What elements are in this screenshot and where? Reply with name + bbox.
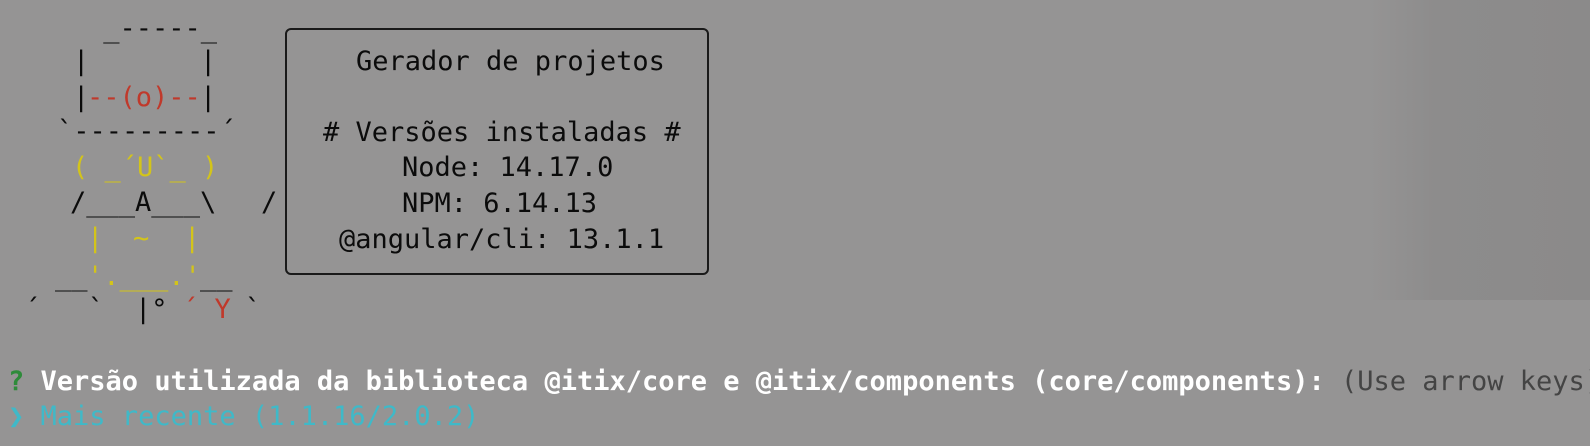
logo-legs: '.___.'	[87, 261, 201, 292]
prompt-hint: (Use arrow keys)	[1340, 366, 1590, 397]
blurred-region	[1368, 0, 1590, 300]
info-box-title: Gerador de projetos	[356, 46, 665, 77]
question-mark-icon: ?	[8, 366, 25, 397]
logo-feet-pipe: |°	[135, 294, 168, 325]
logo-hat-side-left: |	[73, 46, 90, 77]
prompt-question-line: ? Versão utilizada da biblioteca @itix/c…	[8, 366, 1590, 398]
choice-item[interactable]: ❯ Mais recente (1.1.16/2.0.2)	[8, 401, 479, 433]
angular-cli-version: @angular/cli: 13.1.1	[339, 224, 665, 255]
logo-legs-right: __	[200, 261, 233, 292]
logo-hat-band: --(o)--	[87, 82, 201, 113]
info-box: Gerador de projetos # Versões instaladas…	[285, 28, 709, 275]
logo-feet-left: ´	[24, 294, 41, 325]
prompt-question: Versão utilizada da biblioteca @itix/cor…	[40, 366, 1325, 397]
logo-hat-top: _-----_	[87, 13, 218, 44]
pointer-icon: ❯	[8, 401, 25, 432]
terminal-window: _-----_ | | | --(o)-- | `---------´ ( _´…	[0, 0, 1590, 446]
logo-feet-y: ´ Y	[182, 294, 231, 325]
logo-arm: /	[261, 187, 278, 218]
logo-hat-side-right: |	[200, 46, 217, 77]
node-version: Node: 14.17.0	[402, 152, 614, 183]
logo-legs-left: __	[55, 261, 88, 292]
logo-feet-end: `	[245, 294, 262, 325]
versions-header: # Versões instaladas #	[323, 117, 681, 148]
logo-face: ( _´U`_ )	[72, 152, 219, 183]
logo-torso-right: |	[184, 223, 201, 254]
logo-torso-left: |	[87, 223, 104, 254]
choice-label: Mais recente (1.1.16/2.0.2)	[40, 401, 480, 432]
logo-body: /___A___\	[70, 187, 217, 218]
logo-feet-tick: `	[88, 294, 105, 325]
logo-hat-brim: `---------´	[57, 116, 236, 147]
logo-torso-mid: ~	[133, 223, 150, 254]
logo-hat-band-right: |	[200, 82, 217, 113]
npm-version: NPM: 6.14.13	[402, 188, 598, 219]
